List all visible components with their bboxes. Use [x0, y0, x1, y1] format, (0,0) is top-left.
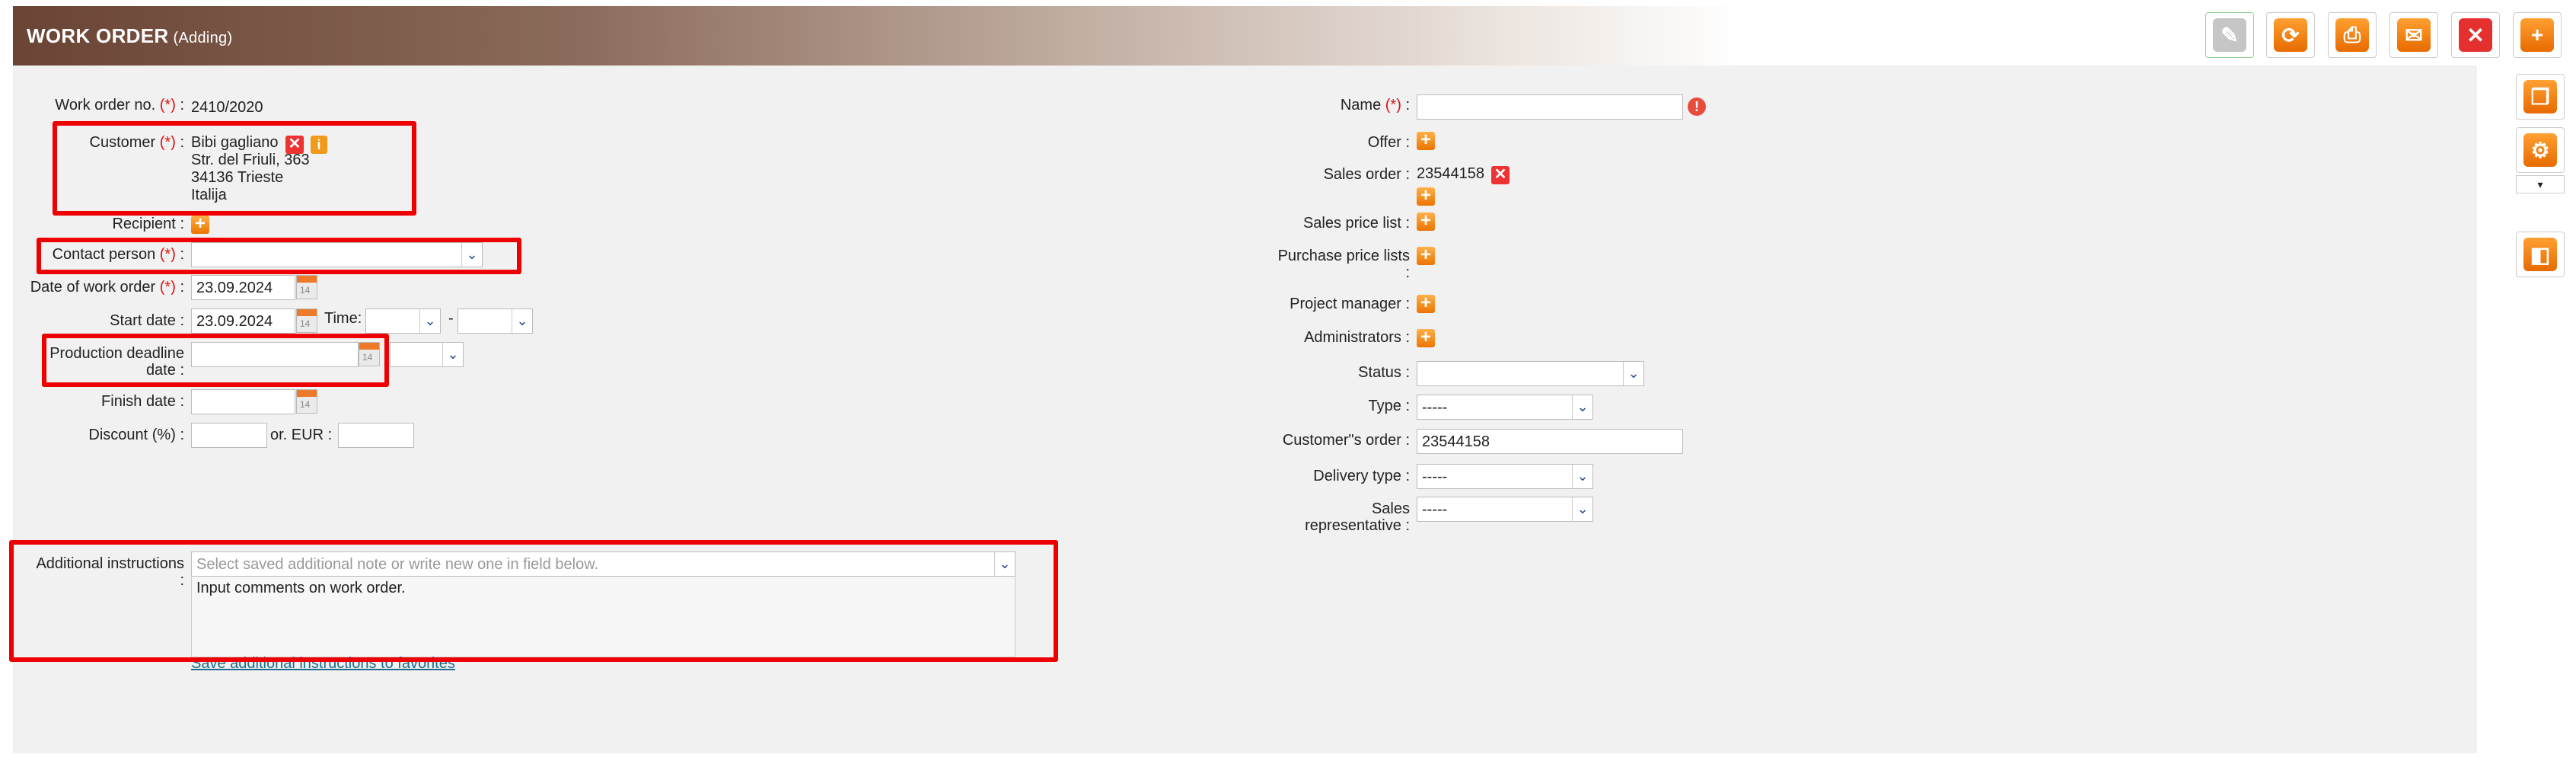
add-project-manager-icon[interactable]: + [1417, 294, 1435, 313]
copy-button[interactable]: ❐ [2516, 74, 2565, 120]
close-icon: ✕ [2459, 18, 2492, 52]
calendar-icon[interactable] [296, 308, 317, 333]
finish-date-input[interactable] [191, 389, 295, 414]
customers-order-input[interactable]: 23544158 [1417, 429, 1683, 454]
time-label: Time: [324, 310, 362, 327]
title-text: WORK ORDER [27, 24, 169, 47]
split-view-icon: ◧ [2523, 238, 2557, 271]
cancel-button[interactable]: ✕ [2451, 12, 2500, 58]
chevron-down-icon: ⌄ [419, 309, 440, 333]
refresh-icon: ⟳ [2274, 18, 2307, 52]
name-label: Name (*) : [1340, 97, 1410, 113]
chevron-down-icon: ▾ [2537, 178, 2543, 190]
chevron-down-icon: ⌄ [1572, 497, 1592, 521]
sales-price-list-label: Sales price list : [1302, 215, 1410, 232]
add-purchase-price-list-icon[interactable]: + [1417, 246, 1435, 265]
refresh-button[interactable]: ⟳ [2266, 12, 2315, 58]
settings-button[interactable]: ⚙ [2516, 127, 2565, 173]
add-button[interactable]: + [2513, 12, 2562, 58]
recipient-label: Recipient : [112, 216, 184, 232]
date-of-work-order-label: Date of work order (*) : [30, 279, 184, 296]
chevron-down-icon: ⌄ [442, 343, 463, 366]
project-manager-label: Project manager : [1290, 296, 1410, 312]
customers-order-label: Customer"s order : [1282, 432, 1410, 449]
discount-eur-input[interactable] [338, 423, 414, 448]
sales-representative-label: Sales representative : [1305, 500, 1410, 534]
name-input[interactable] [1417, 94, 1683, 120]
plus-icon: + [2520, 18, 2554, 52]
offer-label: Offer : [1367, 134, 1410, 151]
add-sales-order-icon[interactable]: + [1417, 187, 1435, 206]
add-administrator-icon[interactable]: + [1417, 328, 1435, 347]
time-separator: - [448, 310, 454, 327]
chevron-down-icon: ⌄ [1572, 465, 1592, 488]
production-deadline-highlight [42, 334, 389, 387]
sales-order-label: Sales order : [1323, 166, 1410, 183]
purchase-price-lists-label: Purchase price lists: [1277, 248, 1410, 281]
status-select[interactable]: ⌄ [1417, 361, 1644, 386]
additional-instructions-highlight [9, 540, 1058, 662]
customer-highlight [53, 121, 416, 216]
chevron-down-icon: ⌄ [512, 309, 532, 333]
page-title: WORK ORDER (Adding) [27, 24, 232, 48]
sales-order-value: 23544158 [1417, 165, 1484, 182]
add-offer-icon[interactable]: + [1417, 131, 1435, 150]
envelope-icon: ✉ [2397, 18, 2431, 52]
chevron-down-icon: ⌄ [1623, 362, 1643, 385]
email-button[interactable]: ✉ [2389, 12, 2438, 58]
status-label: Status : [1358, 364, 1410, 381]
work-order-no-label: Work order no. (*) : [55, 97, 184, 113]
add-sales-price-list-icon[interactable]: + [1417, 212, 1435, 231]
deadline-time-select[interactable]: ⌄ [390, 342, 464, 367]
delivery-type-label: Delivery type : [1313, 468, 1410, 484]
delivery-type-select[interactable]: ----- ⌄ [1417, 464, 1593, 489]
administrators-label: Administrators : [1304, 329, 1410, 346]
print-button[interactable]: ⎙ [2328, 12, 2377, 58]
discount-percent-input[interactable] [191, 423, 267, 448]
start-date-label: Start date : [110, 312, 184, 329]
contact-person-highlight [37, 238, 521, 274]
calendar-icon[interactable] [296, 389, 317, 414]
calendar-icon[interactable] [296, 275, 317, 299]
title-mode: (Adding) [173, 30, 233, 46]
edit-button[interactable]: ✎ [2205, 12, 2254, 58]
chevron-down-icon: ⌄ [1572, 395, 1592, 419]
split-view-button[interactable]: ◧ [2516, 232, 2565, 277]
page-header: WORK ORDER (Adding) [13, 6, 2227, 66]
pencil-icon: ✎ [2213, 18, 2246, 52]
discount-eur-label: or. EUR : [270, 427, 333, 443]
start-hour-select[interactable]: ⌄ [365, 308, 441, 334]
start-date-input[interactable]: 23.09.2024 [191, 308, 295, 334]
copy-icon: ❐ [2523, 80, 2557, 113]
warning-icon: ! [1688, 97, 1706, 116]
add-recipient-icon[interactable]: + [191, 215, 209, 234]
discount-label: Discount (%) : [88, 427, 184, 443]
printer-icon: ⎙ [2335, 18, 2369, 52]
type-select[interactable]: ----- ⌄ [1417, 395, 1593, 420]
remove-sales-order-icon[interactable]: ✕ [1491, 166, 1510, 184]
date-of-work-order-input[interactable]: 23.09.2024 [191, 275, 295, 300]
work-order-no-value: 2410/2020 [191, 99, 263, 116]
start-minute-select[interactable]: ⌄ [457, 308, 533, 334]
sales-representative-select[interactable]: ----- ⌄ [1417, 497, 1593, 522]
type-label: Type : [1368, 398, 1410, 414]
settings-dropdown-toggle[interactable]: ▾ [2516, 175, 2565, 193]
gear-icon: ⚙ [2523, 133, 2557, 167]
finish-date-label: Finish date : [101, 393, 184, 410]
